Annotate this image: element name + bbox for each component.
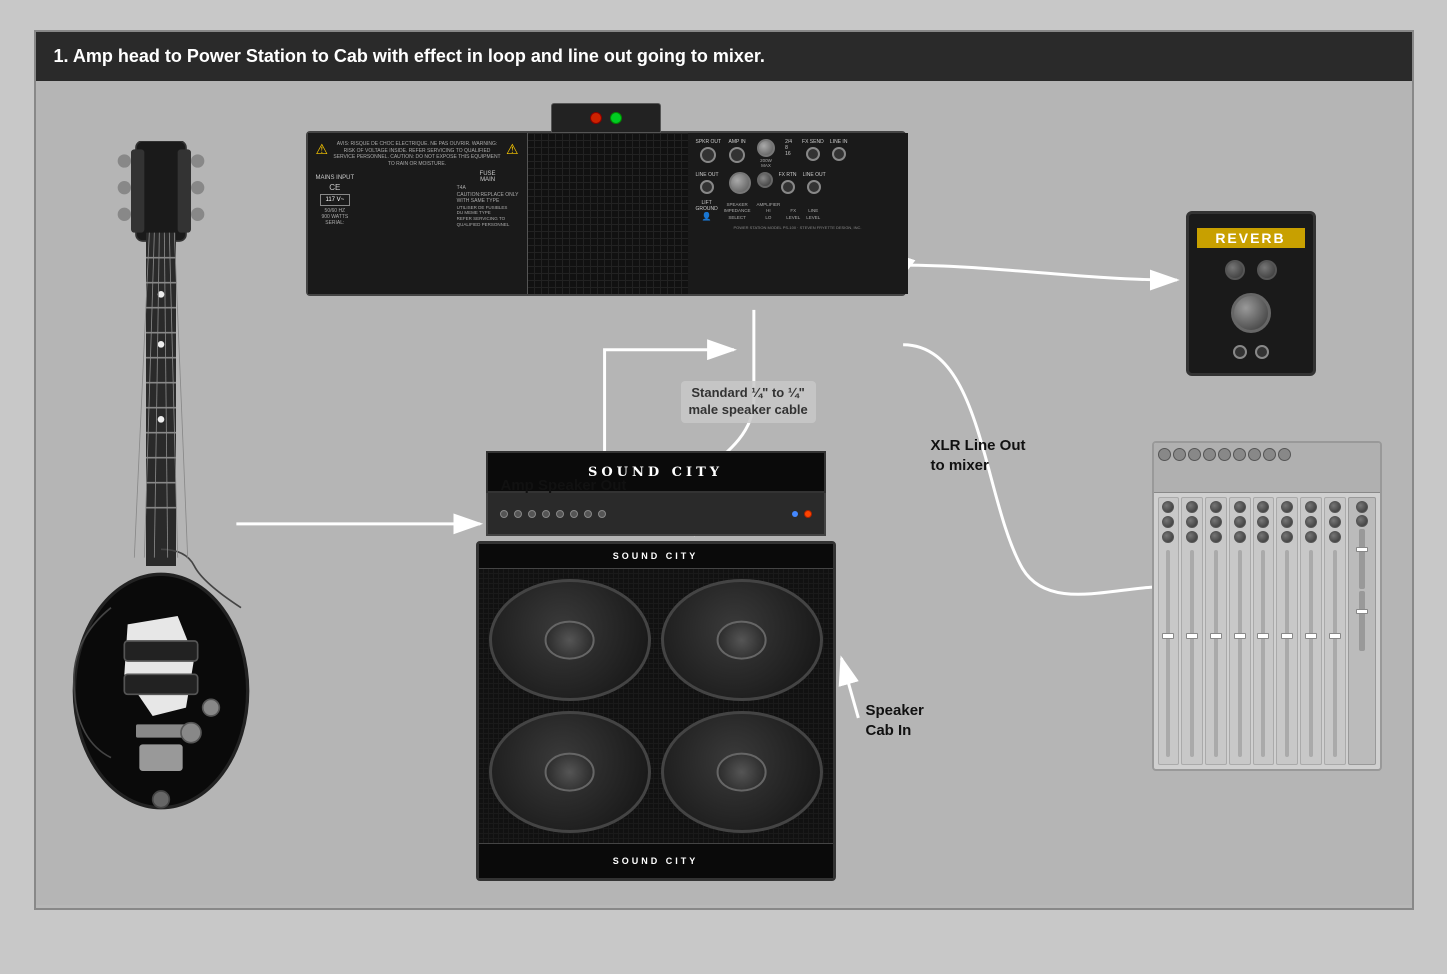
- mixer: [1152, 441, 1382, 771]
- amp-knob-2: [514, 510, 522, 518]
- main-container: 1. Amp head to Power Station to Cab with…: [34, 30, 1414, 910]
- cab-speaker-4: [661, 711, 823, 833]
- cab-top-bar: SOUND CITY: [479, 544, 833, 569]
- header-bar: 1. Amp head to Power Station to Cab with…: [36, 32, 1412, 81]
- mixer-channel-4: [1229, 497, 1251, 765]
- mixer-channel-3: [1205, 497, 1227, 765]
- amp-knob-3: [528, 510, 536, 518]
- amp-led-blue: [792, 511, 798, 517]
- mixer-channels: [1154, 493, 1380, 769]
- amp-knob-1: [500, 510, 508, 518]
- ps-model-label: POWER STATION MODEL PS-100 · STEVEN FRYE…: [696, 225, 900, 230]
- cab-speaker-2: [661, 579, 823, 701]
- led-green: [610, 112, 622, 124]
- header-title: 1. Amp head to Power Station to Cab with…: [54, 46, 765, 67]
- annotation-xlr-line-out: XLR Line Out to mixer: [931, 436, 1026, 475]
- amp-knob-5: [556, 510, 564, 518]
- speaker-cab: SOUND CITY SOUND CITY: [476, 541, 836, 881]
- ps-grid-section: [528, 133, 688, 294]
- power-station: ⚠ AVIS: RISQUE DE CHOC ELECTRIQUE. NE PA…: [306, 131, 906, 296]
- reverb-label: REVERB: [1197, 228, 1305, 248]
- annotation-speaker-cab-in: Speaker Cab In: [866, 701, 924, 740]
- reverb-knob-small-1: [1225, 260, 1245, 280]
- reverb-pedal: REVERB: [1186, 211, 1316, 376]
- cab-brand-bottom: SOUND CITY: [613, 856, 699, 866]
- mixer-top-controls: [1154, 443, 1380, 493]
- mixer-channel-2: [1181, 497, 1203, 765]
- cab-speaker-grid: [479, 569, 833, 843]
- led-red: [590, 112, 602, 124]
- cab-bottom-bar: SOUND CITY: [479, 843, 833, 878]
- mixer-channel-1: [1158, 497, 1180, 765]
- content-area: ⚠ AVIS: RISQUE DE CHOC ELECTRIQUE. NE PA…: [36, 81, 1412, 905]
- amp-head-lower: [486, 493, 826, 536]
- cab-brand-top: SOUND CITY: [613, 551, 699, 561]
- mixer-channel-5: [1253, 497, 1275, 765]
- ps-left-section: ⚠ AVIS: RISQUE DE CHOC ELECTRIQUE. NE PA…: [308, 133, 528, 294]
- mixer-channel-8: [1324, 497, 1346, 765]
- amp-knob-8: [598, 510, 606, 518]
- guitar: [61, 141, 261, 841]
- cab-speaker-3: [489, 711, 651, 833]
- amp-led-red: [804, 510, 812, 518]
- annotation-amp-speaker-out: Amp Speaker Out: [501, 476, 627, 496]
- ps-top-panel: [551, 103, 661, 133]
- ps-warning-text: AVIS: RISQUE DE CHOC ELECTRIQUE. NE PAS …: [332, 141, 502, 167]
- amp-knob-4: [542, 510, 550, 518]
- amp-knob-7: [584, 510, 592, 518]
- reverb-knobs: [1225, 260, 1277, 280]
- mixer-channel-6: [1276, 497, 1298, 765]
- annotation-speaker-cable: Standard ¼" to ¼" male speaker cable: [681, 381, 816, 423]
- amp-knob-6: [570, 510, 578, 518]
- ps-mains-label: MAINS INPUT: [316, 175, 355, 181]
- ps-right-controls: SPKR OUT AMP IN 200WMAX 2/4 8 16: [688, 133, 908, 294]
- cab-speaker-1: [489, 579, 651, 701]
- reverb-knob-large: [1231, 293, 1271, 333]
- reverb-knob-small-2: [1257, 260, 1277, 280]
- mixer-channel-7: [1300, 497, 1322, 765]
